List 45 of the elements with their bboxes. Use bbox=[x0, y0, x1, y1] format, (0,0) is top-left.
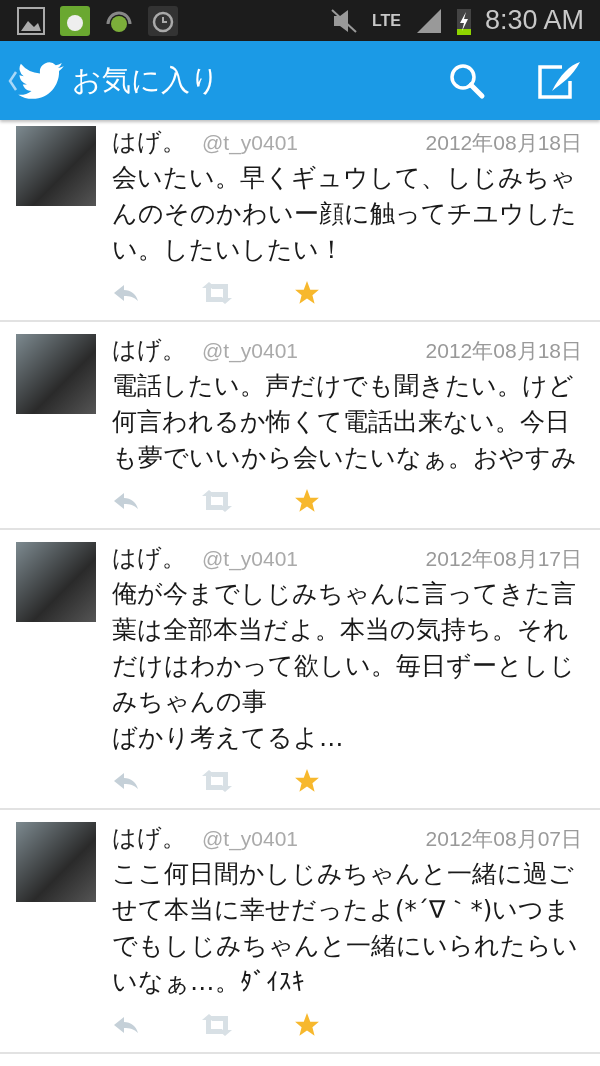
user-name: はげ。 bbox=[112, 335, 186, 366]
favorite-star-button[interactable] bbox=[294, 280, 320, 306]
tweet-date: 2012年08月18日 bbox=[425, 130, 582, 156]
favorite-star-button[interactable] bbox=[294, 488, 320, 514]
avatar-photo-placeholder[interactable] bbox=[16, 126, 96, 206]
user-handle: @t_y0401 bbox=[202, 339, 299, 363]
avatar-photo-placeholder[interactable] bbox=[16, 822, 96, 902]
user-name: はげ。 bbox=[112, 543, 186, 574]
favorite-star-button[interactable] bbox=[294, 1012, 320, 1038]
retweet-button[interactable] bbox=[200, 490, 234, 512]
network-type: LTE bbox=[371, 11, 401, 30]
tweet-date: 2012年08月18日 bbox=[425, 338, 582, 364]
tweet-text: ばかり考えてるよ… bbox=[112, 722, 344, 754]
favorite-star-button[interactable] bbox=[294, 768, 320, 794]
mute-icon bbox=[329, 7, 358, 34]
reply-button[interactable] bbox=[112, 771, 140, 791]
reply-button[interactable] bbox=[112, 283, 140, 303]
compose-button[interactable] bbox=[536, 60, 582, 101]
screen-title: お気に入り bbox=[72, 61, 220, 99]
tweet-text: 会いたい。早くギュウして、しじみちゃんのそのかわいー顔に触ってチユウしたい。したいしたい！ bbox=[112, 162, 578, 266]
bird-logo-icon[interactable] bbox=[18, 61, 64, 100]
status-time: 8:30 AM bbox=[484, 5, 584, 36]
user-handle: @t_y0401 bbox=[202, 827, 299, 851]
tweet-text: 電話したい。声だけでも聞きたい。けど何言われるか怖くて電話出来ない。今日も夢でいいから会いたいなぁ。おやすみ bbox=[112, 370, 578, 474]
gallery-icon bbox=[16, 5, 46, 36]
tweet-text: ここ何日間かしじみちゃんと一緒に過ごせて本当に幸せだったよ(*´∇｀*)いつまでもしじみちゃんと一緒にいられたらいいなぁ…。ﾀﾞｲｽｷ bbox=[112, 858, 579, 998]
tweet-date: 2012年08月07日 bbox=[425, 826, 582, 852]
retweet-button[interactable] bbox=[200, 1014, 234, 1036]
avatar-photo-placeholder[interactable] bbox=[16, 334, 96, 414]
tweet-date: 2012年08月17日 bbox=[425, 546, 582, 572]
retweet-button[interactable] bbox=[200, 770, 234, 792]
avatar-photo-placeholder[interactable] bbox=[16, 542, 96, 622]
user-name: はげ。 bbox=[112, 127, 186, 158]
reply-button[interactable] bbox=[112, 1015, 140, 1035]
tweet-text: 俺が今までしじみちゃんに言ってきた言葉は全部本当だよ。本当の気持ち。それだけはわかって欲しい。毎日ずーとしじみちゃんの事 bbox=[112, 578, 577, 718]
search-button[interactable] bbox=[448, 61, 486, 100]
reply-button[interactable] bbox=[112, 491, 140, 511]
alarm-icon bbox=[148, 5, 178, 36]
battery-icon bbox=[456, 6, 471, 35]
back-icon[interactable] bbox=[8, 69, 18, 92]
user-handle: @t_y0401 bbox=[202, 547, 299, 571]
user-name: はげ。 bbox=[112, 823, 186, 854]
app-icon bbox=[60, 5, 90, 36]
retweet-button[interactable] bbox=[200, 282, 234, 304]
user-handle: @t_y0401 bbox=[202, 131, 299, 155]
